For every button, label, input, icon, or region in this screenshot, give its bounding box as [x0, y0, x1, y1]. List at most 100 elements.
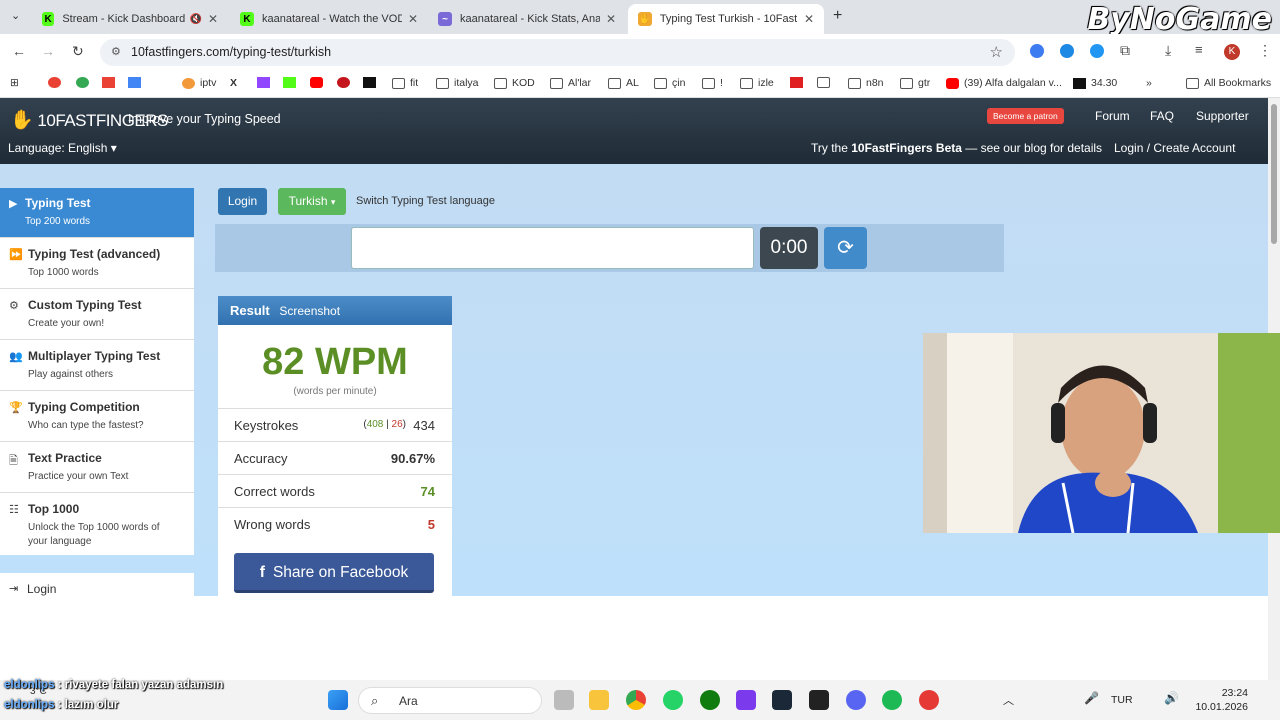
- beta-suffix: — see our blog for details: [961, 141, 1103, 155]
- sidebar-item-competition[interactable]: 🏆 Typing Competition Who can type the fa…: [0, 392, 194, 442]
- chrome-icon[interactable]: [626, 690, 646, 710]
- login-create-link[interactable]: Login / Create Account: [1114, 141, 1235, 155]
- sidebar-login[interactable]: ⇥ Login: [0, 573, 194, 597]
- screenshot-link[interactable]: Screenshot: [279, 304, 340, 318]
- bookmark-label: !: [720, 77, 723, 89]
- beta-notice[interactable]: Try the 10FastFingers Beta — see our blo…: [811, 141, 1102, 155]
- tray-chevron-icon[interactable]: ︿: [1003, 692, 1014, 708]
- close-icon[interactable]: ✕: [804, 12, 814, 26]
- bookmark-folder-n8n[interactable]: n8n: [848, 77, 884, 89]
- bookmark-folder-excl[interactable]: !: [702, 77, 723, 89]
- tab-typing-test[interactable]: ✋ Typing Test Turkish - 10FastFing ✕: [628, 4, 824, 34]
- bookmark-youtube-video[interactable]: (39) Alfa dalgalan v...: [946, 77, 1062, 89]
- sidebar-item-sub: Who can type the fastest?: [28, 420, 144, 431]
- tab-title: kaanatareal - Kick Stats, Analyti: [460, 13, 600, 25]
- bookmark-icon[interactable]: [790, 77, 808, 88]
- app-icon[interactable]: [919, 690, 939, 710]
- nav-faq[interactable]: FAQ: [1150, 109, 1174, 123]
- bookmark-folder-fit[interactable]: fit: [392, 77, 418, 89]
- bookmark-folder-allar[interactable]: Al'lar: [550, 77, 591, 89]
- bookmark-folder-kod[interactable]: KOD: [494, 77, 535, 89]
- x-icon[interactable]: X: [230, 77, 237, 89]
- spotify-icon[interactable]: [882, 690, 902, 710]
- tab-kick-vod[interactable]: K kaanatareal - Watch the VOD o ✕: [230, 4, 428, 34]
- mute-icon[interactable]: 🔇: [189, 14, 201, 25]
- sidebar-item-advanced[interactable]: ⏩ Typing Test (advanced) Top 1000 words: [0, 239, 194, 289]
- extension-icon[interactable]: [1060, 44, 1074, 58]
- tab-kick-stats[interactable]: ~ kaanatareal - Kick Stats, Analyti ✕: [428, 4, 626, 34]
- bookmark-folder[interactable]: [817, 77, 835, 88]
- tab-kick-dashboard[interactable]: K Stream - Kick Dashboard 🔇 ✕: [32, 4, 228, 34]
- close-icon[interactable]: ✕: [606, 12, 616, 26]
- bookmark-icon[interactable]: [337, 77, 355, 88]
- file-explorer-icon[interactable]: [589, 690, 609, 710]
- url-field[interactable]: ⚙ 10fastfingers.com/typing-test/turkish …: [100, 39, 1015, 66]
- sidebar-item-multiplayer[interactable]: 👥 Multiplayer Typing Test Play against o…: [0, 341, 194, 391]
- task-view-icon[interactable]: [554, 690, 574, 710]
- language-selector[interactable]: Language: English ▾: [8, 141, 117, 155]
- whatsapp-icon[interactable]: [663, 690, 683, 710]
- all-bookmarks[interactable]: All Bookmarks: [1186, 77, 1271, 89]
- star-icon[interactable]: ☆: [990, 39, 1003, 66]
- language-dropdown-button[interactable]: Turkish ▾: [278, 188, 346, 215]
- extension-icon[interactable]: [1090, 44, 1104, 58]
- share-facebook-button[interactable]: f Share on Facebook: [234, 553, 434, 593]
- sidebar-item-custom[interactable]: ⚙ Custom Typing Test Create your own!: [0, 290, 194, 340]
- sidebar-item-text-practice[interactable]: 🗎 Text Practice Practice your own Text: [0, 443, 194, 493]
- youtube-icon[interactable]: [310, 77, 328, 88]
- restart-button[interactable]: ⟳: [824, 227, 867, 269]
- bookmark-folder-italya[interactable]: italya: [436, 77, 479, 89]
- back-icon[interactable]: ←: [12, 43, 26, 59]
- patreon-button[interactable]: Become a patron: [987, 108, 1064, 124]
- sidebar-item-typing-test[interactable]: ▶ Typing Test Top 200 words: [0, 188, 194, 238]
- xbox-icon[interactable]: [700, 690, 720, 710]
- bookmark-3430[interactable]: 34.30: [1073, 77, 1117, 89]
- bookmark-icon[interactable]: [102, 77, 120, 88]
- steam-icon[interactable]: [772, 690, 792, 710]
- close-icon[interactable]: ✕: [408, 12, 418, 26]
- app-icon[interactable]: [736, 690, 756, 710]
- kick-icon[interactable]: [283, 77, 301, 88]
- bookmark-folder-cin[interactable]: çin: [654, 77, 685, 89]
- tab-search-icon[interactable]: ⌄: [11, 9, 20, 22]
- bookmark-icon[interactable]: [363, 77, 381, 88]
- bookmark-folder-gtr[interactable]: gtr: [900, 77, 930, 89]
- bookmark-folder-al[interactable]: AL: [608, 77, 639, 89]
- menu-icon[interactable]: ⋮: [1258, 42, 1272, 59]
- microphone-icon[interactable]: 🎤: [1084, 691, 1099, 705]
- site-info-icon[interactable]: ⚙: [111, 39, 121, 66]
- scrollbar-thumb[interactable]: [1271, 104, 1277, 244]
- nav-forum[interactable]: Forum: [1095, 109, 1130, 123]
- system-clock[interactable]: 23:24 10.01.2026: [1195, 686, 1248, 714]
- apps-icon[interactable]: ⊞: [10, 77, 19, 89]
- epic-games-icon[interactable]: [809, 690, 829, 710]
- login-button[interactable]: Login: [218, 188, 267, 215]
- twitch-icon[interactable]: [257, 77, 275, 88]
- extensions-puzzle-icon[interactable]: ⧉: [1120, 42, 1130, 59]
- new-tab-icon[interactable]: +: [833, 7, 842, 25]
- correct-words-row: Correct words 74: [218, 474, 452, 507]
- sidebar-item-title: Multiplayer Typing Test: [28, 349, 161, 363]
- bookmark-iptv[interactable]: iptv: [182, 77, 216, 89]
- sidebar-item-top1000[interactable]: ☷ Top 1000 Unlock the Top 1000 words of …: [0, 494, 194, 555]
- close-icon[interactable]: ✕: [208, 12, 218, 26]
- chat-user: eldonlips: [4, 679, 55, 691]
- more-bookmarks-icon[interactable]: »: [1146, 77, 1152, 89]
- input-language[interactable]: TUR: [1111, 694, 1133, 706]
- profile-avatar[interactable]: K: [1224, 44, 1240, 60]
- media-icon[interactable]: ≡: [1195, 42, 1203, 57]
- bookmark-icon[interactable]: [48, 77, 66, 88]
- discord-icon[interactable]: [846, 690, 866, 710]
- volume-icon[interactable]: 🔊: [1164, 691, 1179, 705]
- nav-supporter[interactable]: Supporter: [1196, 109, 1249, 123]
- windows-start-icon[interactable]: [328, 690, 348, 710]
- taskbar-search[interactable]: ⌕ Ara: [358, 687, 542, 714]
- forward-icon[interactable]: →: [41, 43, 55, 59]
- bookmark-folder-izle[interactable]: izle: [740, 77, 774, 89]
- download-icon[interactable]: ⤓: [1165, 42, 1171, 59]
- bookmark-icon[interactable]: [128, 77, 146, 88]
- extension-icon[interactable]: [1030, 44, 1044, 58]
- reload-icon[interactable]: ↻: [72, 43, 84, 60]
- bookmark-icon[interactable]: [76, 77, 94, 88]
- typing-input[interactable]: [351, 227, 754, 269]
